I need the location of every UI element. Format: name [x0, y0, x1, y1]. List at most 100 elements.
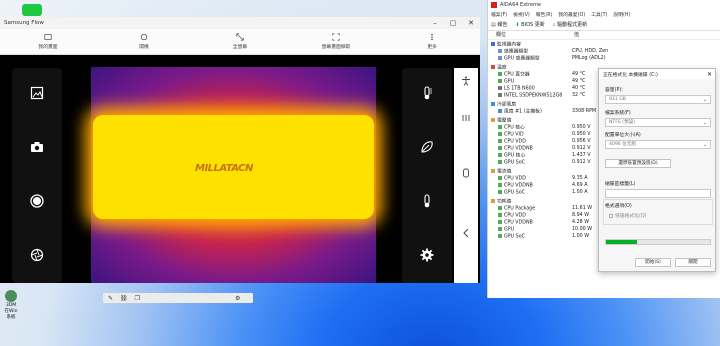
tree-row[interactable]: LS 1TB N600 — [498, 86, 535, 93]
accessibility-icon[interactable] — [461, 76, 471, 86]
tree-label: CPU VDD — [504, 139, 526, 145]
screenshot-button[interactable]: 螢幕畫面擷取 — [288, 29, 384, 54]
allocation-select[interactable]: 4096 位元組 ⌄ — [605, 140, 711, 149]
bios-update-button[interactable]: ⬇ BIOS 更新 — [515, 21, 544, 28]
tree-label: 溫度 — [497, 65, 507, 71]
tree-row[interactable]: CPU VID — [498, 132, 524, 139]
tree-row[interactable]: 風扇 #1 (主機板) — [498, 109, 542, 116]
category-icon — [491, 199, 495, 203]
start-button[interactable]: 開始(S) — [635, 258, 671, 267]
shutter-button-icon[interactable] — [30, 194, 44, 208]
menu-help[interactable]: 說明(H) — [613, 11, 630, 18]
tree-row[interactable]: CPU VDD — [498, 139, 526, 146]
recent-apps-icon[interactable] — [461, 113, 471, 123]
tree-label: LS 1TB N600 — [504, 86, 535, 92]
tree-row[interactable]: CPU 核心 — [498, 125, 525, 132]
window-title: Samsung Flow — [4, 20, 44, 26]
android-nav-column — [454, 68, 478, 283]
tool-label: 開機 — [139, 45, 149, 50]
tree-row[interactable]: GPU SoC — [498, 190, 525, 197]
dialog-title: 正在格式化 本機磁碟 (C:) — [603, 72, 658, 78]
desktop-icon-line[interactable] — [22, 4, 42, 16]
tree-row[interactable]: CPU VDDNB — [498, 183, 533, 190]
tree-row[interactable]: CPU VDDNB — [498, 220, 533, 227]
fullscreen-button[interactable]: 全螢幕 — [192, 29, 288, 54]
driver-update-button[interactable]: ⌕ 驅動程式更新 — [553, 21, 587, 28]
tree-label: GPU — [504, 227, 515, 233]
tree-value: 11.61 W — [572, 206, 593, 211]
aida-menubar: 檔案(F) 檢視(V) 報告(R) 我的最愛(O) 工具(T) 說明(H) — [488, 10, 720, 19]
column-value[interactable]: 值 — [566, 31, 579, 39]
tree-row[interactable]: CPU VDDNB — [498, 146, 533, 153]
close-button[interactable]: 關閉 — [675, 258, 711, 267]
allocation-label: 配置單位大小(A) — [605, 133, 641, 138]
tree-group[interactable]: 溫度 — [491, 65, 507, 72]
screenshot-icon — [332, 33, 340, 41]
format-progress-bar — [605, 239, 711, 245]
quick-format-checkbox[interactable]: 快速格式化(Q) — [609, 212, 647, 219]
home-button[interactable]: 我的畫面 — [0, 29, 96, 54]
tree-group[interactable]: 監視器內容 — [491, 42, 521, 49]
tree-row[interactable]: CPU VDD — [498, 213, 526, 220]
lens-icon[interactable] — [30, 248, 44, 262]
thermometer-icon[interactable] — [420, 86, 434, 100]
volume-label-input[interactable] — [605, 189, 711, 198]
settings-gear-icon[interactable] — [420, 248, 434, 262]
more-button[interactable]: 更多 — [384, 29, 480, 54]
dialog-titlebar: 正在格式化 本機磁碟 (C:) ✕ — [599, 69, 715, 79]
copy-icon[interactable]: ❐ — [135, 295, 140, 302]
menu-view[interactable]: 檢視(V) — [513, 11, 530, 18]
menu-report[interactable]: 報告(R) — [536, 11, 553, 18]
gear-icon[interactable]: ⚙ — [235, 295, 240, 302]
tree-row[interactable]: GPU — [498, 227, 514, 234]
back-icon[interactable] — [461, 228, 471, 238]
tree-row[interactable]: INTEL SSDPEKNW512G8 — [498, 93, 562, 100]
column-field[interactable]: 欄位 — [488, 31, 566, 39]
menu-favorites[interactable]: 我的最愛(O) — [558, 11, 585, 18]
tree-row[interactable]: GPU 核心 — [498, 153, 525, 160]
sensor-icon — [498, 56, 502, 60]
maximize-button[interactable]: ▢ — [444, 19, 462, 27]
tree-group[interactable]: 電壓值 — [491, 118, 511, 125]
sensor-icon — [498, 139, 502, 143]
tree-row[interactable]: GPU — [498, 79, 514, 86]
tree-group[interactable]: 功耗值 — [491, 199, 511, 206]
toolbar-label: 驅動程式更新 — [557, 22, 588, 28]
tree-group[interactable]: 電流值 — [491, 169, 511, 176]
tool-label: 我的畫面 — [38, 45, 58, 50]
tree-label: GPU — [504, 79, 515, 85]
filesystem-select[interactable]: NTFS (預設) ⌄ — [605, 118, 711, 127]
tree-row[interactable]: CPU 直交器 — [498, 72, 530, 79]
close-button[interactable]: ✕ — [462, 19, 480, 27]
rotate-button[interactable]: 開機 — [96, 29, 192, 54]
category-icon — [491, 118, 495, 122]
tree-label: 電壓值 — [497, 118, 512, 124]
filesystem-value: NTFS (預設) — [609, 120, 635, 125]
tree-row[interactable]: GPU 感應器類型 — [498, 56, 540, 63]
volume-label-label: 磁碟區標籤(L) — [605, 182, 636, 187]
tree-row[interactable]: CPU Package — [498, 206, 535, 213]
minimize-button[interactable]: – — [426, 19, 444, 27]
close-icon[interactable]: ✕ — [707, 71, 712, 78]
restore-defaults-button[interactable]: 還原裝置預設值(D) — [605, 159, 671, 168]
report-button[interactable]: ▤ 報告 — [491, 21, 507, 28]
menu-file[interactable]: 檔案(F) — [491, 11, 507, 18]
tree-group[interactable]: 冷卻風扇 — [491, 102, 516, 109]
gallery-icon[interactable] — [30, 86, 44, 100]
leaf-icon[interactable] — [420, 140, 434, 154]
device-brand-text: MILLATACN — [195, 163, 253, 174]
home-nav-icon[interactable] — [461, 168, 471, 178]
tree-row[interactable]: GPU SoC — [498, 160, 525, 167]
desktop-shortcut-2[interactable]: 3DM 在Win 系統 — [1, 290, 21, 320]
camera-icon[interactable] — [30, 140, 44, 154]
tree-label: GPU SoC — [504, 190, 525, 196]
edit-icon[interactable]: ✎ — [108, 295, 113, 302]
tree-row[interactable]: 感應器類型 — [498, 49, 528, 56]
tree-row[interactable]: CPU VDD — [498, 176, 526, 183]
capacity-select[interactable]: 931 GB ⌄ — [605, 95, 711, 104]
progress-fill — [606, 240, 638, 244]
menu-tools[interactable]: 工具(T) — [591, 11, 607, 18]
temperature-icon[interactable] — [420, 194, 434, 208]
link-icon[interactable]: ⛓ — [120, 295, 128, 302]
tree-row[interactable]: GPU SoC — [498, 234, 525, 241]
